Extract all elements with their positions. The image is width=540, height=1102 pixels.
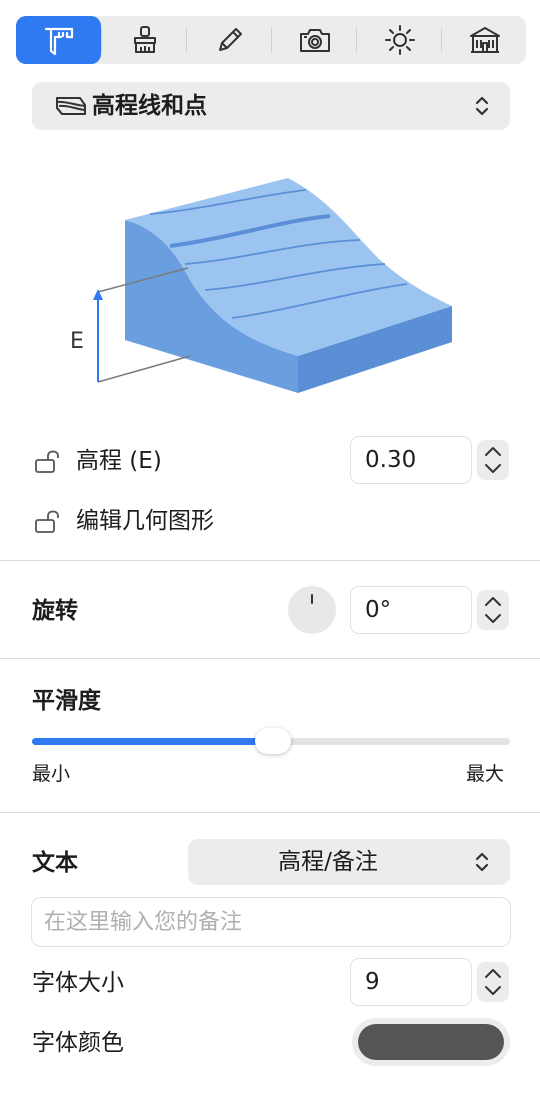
sun-icon: [384, 25, 415, 55]
elevation-value-field[interactable]: 0.30: [350, 436, 472, 484]
object-type-selector[interactable]: 高程线和点: [32, 82, 510, 130]
chevron-updown-icon: [485, 447, 501, 473]
smoothness-min-label: 最小: [32, 763, 71, 785]
rotation-stepper[interactable]: [477, 590, 509, 630]
font-color-well[interactable]: [352, 1018, 510, 1066]
chevron-updown-icon: [485, 597, 501, 623]
smoothness-slider-fill: [32, 738, 271, 745]
font-size-label: 字体大小: [32, 970, 124, 996]
elevation-label: 高程 (E): [76, 448, 162, 474]
rotation-value-field[interactable]: 0°: [350, 586, 472, 634]
elevation-axis-label: E: [70, 329, 84, 354]
font-size-stepper[interactable]: [477, 962, 509, 1002]
font-color-swatch: [358, 1024, 504, 1060]
font-size-field[interactable]: 9: [350, 958, 472, 1006]
pencil-icon: [218, 28, 242, 51]
contour-lines-icon: [56, 97, 86, 115]
smoothness-slider-thumb[interactable]: [255, 728, 291, 754]
caliper-icon: [44, 27, 73, 56]
section-divider: [0, 560, 540, 561]
chevron-updown-icon: [475, 852, 489, 872]
dial-indicator: [311, 594, 313, 604]
tab-camera[interactable]: [272, 16, 357, 64]
brush-icon: [133, 26, 156, 53]
text-type-dropdown[interactable]: 高程/备注: [188, 839, 510, 885]
camera-icon: [299, 29, 330, 52]
smoothness-max-label: 最大: [466, 763, 505, 785]
tool-tabbar: [16, 16, 526, 64]
lock-open-icon[interactable]: [34, 510, 60, 534]
dimension-line-bottom: [97, 355, 191, 383]
tab-brush[interactable]: [102, 16, 187, 64]
edit-geometry-label: 编辑几何图形: [76, 508, 214, 534]
tab-light[interactable]: [357, 16, 442, 64]
smoothness-title: 平滑度: [32, 688, 101, 714]
rotation-dial[interactable]: [288, 586, 336, 634]
chevron-updown-icon: [475, 96, 489, 116]
chevron-updown-icon: [485, 969, 501, 995]
text-title: 文本: [32, 850, 78, 876]
object-type-label: 高程线和点: [92, 93, 207, 119]
tab-measure[interactable]: [16, 16, 101, 64]
tab-building[interactable]: [442, 16, 527, 64]
building-icon: [469, 27, 500, 53]
font-color-label: 字体颜色: [32, 1030, 124, 1056]
elevation-illustration: E: [70, 178, 452, 393]
note-input[interactable]: [31, 897, 511, 947]
tab-pencil[interactable]: [187, 16, 272, 64]
rotation-title: 旋转: [32, 598, 78, 624]
elevation-stepper[interactable]: [477, 440, 509, 480]
lock-open-icon[interactable]: [34, 450, 60, 474]
section-divider: [0, 812, 540, 813]
text-type-value: 高程/备注: [278, 849, 378, 875]
section-divider: [0, 658, 540, 659]
